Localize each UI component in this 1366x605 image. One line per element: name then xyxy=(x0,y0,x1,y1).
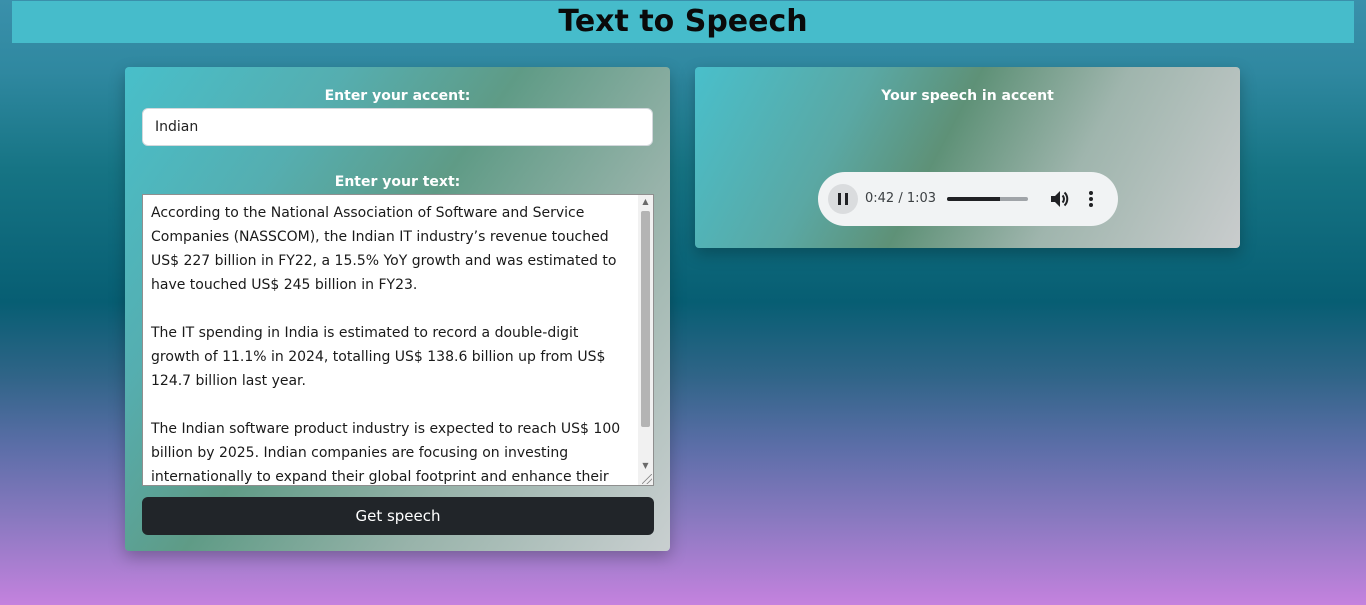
pause-icon xyxy=(838,193,848,205)
scroll-up-arrow-icon[interactable]: ▲ xyxy=(638,195,653,209)
text-input-content[interactable]: According to the National Association of… xyxy=(151,201,631,485)
get-speech-button[interactable]: Get speech xyxy=(142,497,654,535)
volume-icon xyxy=(1051,191,1069,207)
playback-time: 0:42 / 1:03 xyxy=(865,191,937,206)
more-options-button[interactable] xyxy=(1081,187,1101,211)
accent-input[interactable]: Indian xyxy=(142,108,653,146)
more-vert-icon xyxy=(1089,191,1093,207)
progress-slider[interactable] xyxy=(947,197,1028,201)
audio-player[interactable]: 0:42 / 1:03 xyxy=(818,172,1118,226)
text-input[interactable]: According to the National Association of… xyxy=(142,194,654,486)
output-title: Your speech in accent xyxy=(881,88,1054,104)
scroll-down-arrow-icon[interactable]: ▼ xyxy=(638,459,653,473)
volume-button[interactable] xyxy=(1048,187,1072,211)
page-title: Text to Speech xyxy=(558,4,808,39)
header-bar: Text to Speech xyxy=(12,1,1354,43)
output-card: Your speech in accent 0:42 / 1:03 xyxy=(695,67,1240,248)
resize-grip-icon[interactable] xyxy=(642,474,652,484)
progress-fill xyxy=(947,197,1000,201)
input-card: Enter your accent: Indian Enter your tex… xyxy=(125,67,670,551)
textarea-scrollbar[interactable]: ▲ ▼ xyxy=(638,195,653,485)
scroll-thumb[interactable] xyxy=(641,211,650,427)
accent-label: Enter your accent: xyxy=(324,88,471,104)
text-label: Enter your text: xyxy=(334,174,461,190)
pause-button[interactable] xyxy=(828,184,858,214)
